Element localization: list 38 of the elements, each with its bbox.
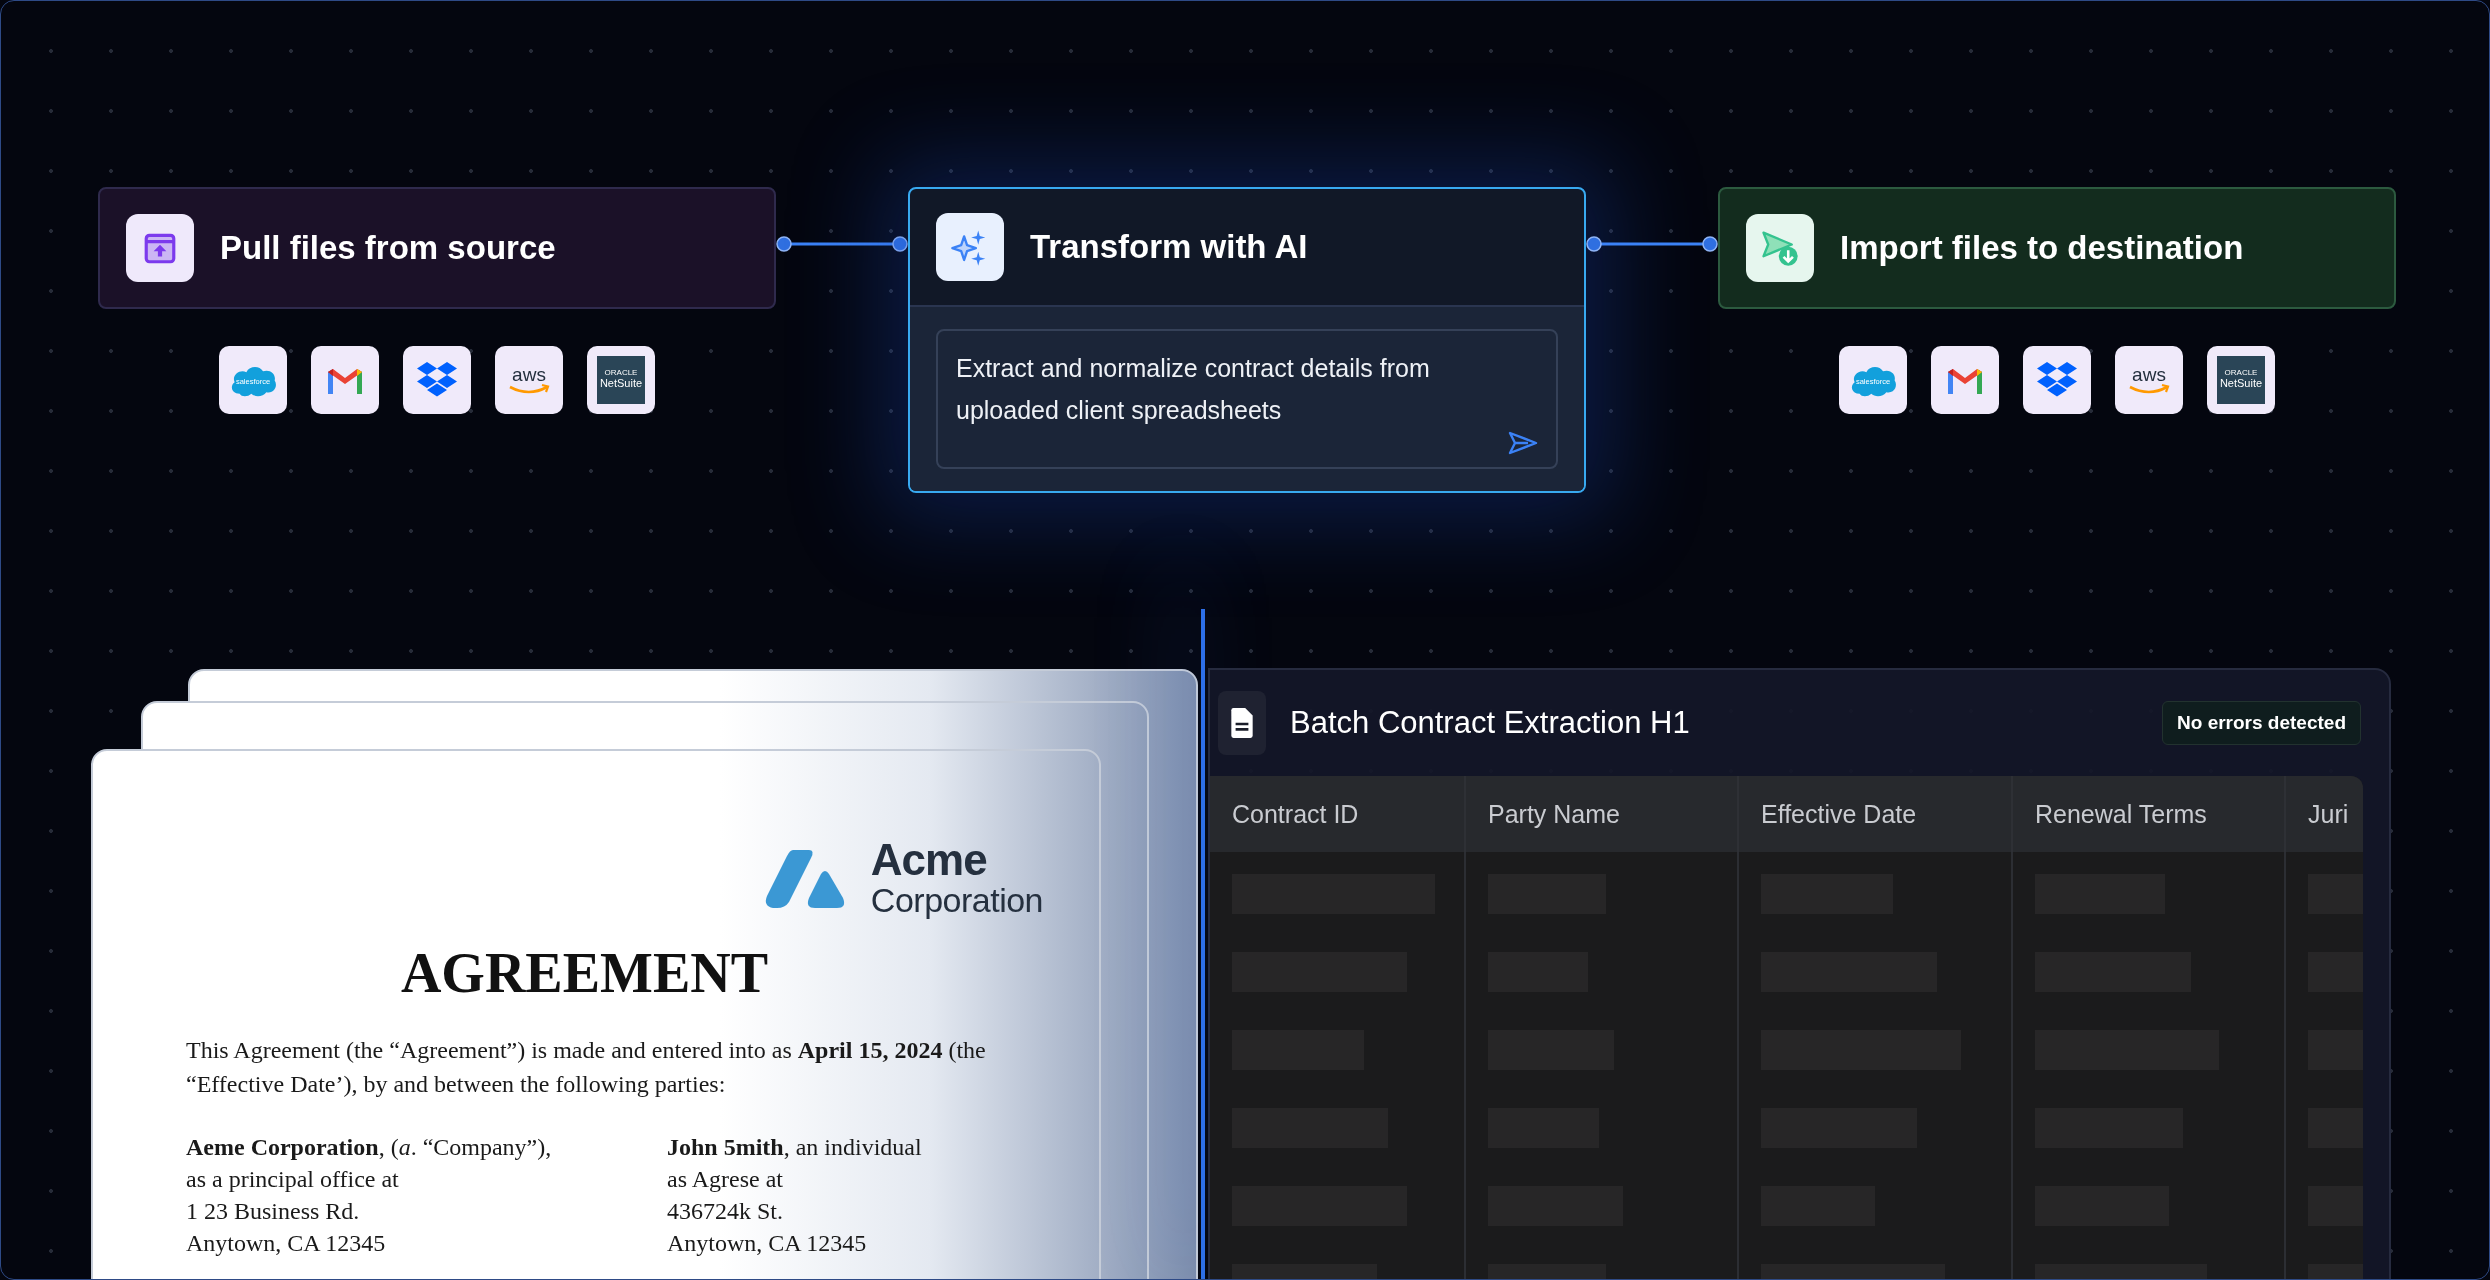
status-badge: No errors detected — [2162, 701, 2361, 745]
address-line: as a principal office at — [186, 1164, 400, 1194]
company-subtitle: Corporation — [870, 883, 1043, 919]
address-line: 436724k St. — [667, 1196, 784, 1226]
prompt-field[interactable]: Extract and normalize contract details from uploaded client spreadsheets — [936, 329, 1558, 469]
node-title: Pull files from source — [220, 229, 556, 267]
aws-logo: aws — [2115, 346, 2183, 414]
sparkle-icon — [936, 213, 1004, 281]
column-header: Contract ID — [1210, 776, 1466, 852]
netsuite-logo: ORACLE NetSuite — [2207, 346, 2275, 414]
gmail-logo — [311, 346, 379, 414]
salesforce-logo: salesforce — [1839, 346, 1907, 414]
netsuite-logo: ORACLE NetSuite — [587, 346, 655, 414]
company-name: Acme — [870, 837, 988, 884]
document-icon — [1218, 691, 1266, 755]
node-title: Import files to destination — [1840, 229, 2244, 267]
column-header: Party Name — [1466, 776, 1739, 852]
column-header: Renewal Terms — [2013, 776, 2286, 852]
column-header: Juri — [2307, 798, 2350, 830]
address-line: Aeme Corporation, (a. “Company”), — [186, 1132, 553, 1162]
dropbox-logo — [403, 346, 471, 414]
document-title: AGREEMENT — [399, 940, 770, 1005]
panel-title: Batch Contract Extraction H1 — [1290, 705, 1691, 741]
dropbox-logo — [2023, 346, 2091, 414]
archive-upload-icon — [126, 214, 194, 282]
address-line: John 5mith, an individual — [667, 1132, 923, 1162]
column-header: Effective Date — [1739, 776, 2013, 852]
send-icon[interactable] — [1508, 431, 1538, 455]
send-download-icon — [1746, 214, 1814, 282]
gmail-logo — [1931, 346, 1999, 414]
address-line: 1 23 Business Rd. — [186, 1196, 361, 1226]
address-line: as Agrese at — [667, 1164, 784, 1194]
document-paragraph: This Agreement (the “Agreement”) is made and entered into as April 15, 2024 (the “Effective Date’), by and between the following parties: — [186, 1035, 987, 1099]
address-line: Anytown, CA 12345 — [186, 1228, 387, 1258]
address-line: Anytown, CA 12345 — [667, 1228, 868, 1258]
node-title: Transform with AI — [1030, 228, 1308, 266]
salesforce-logo: salesforce — [219, 346, 287, 414]
aws-logo: aws — [495, 346, 563, 414]
